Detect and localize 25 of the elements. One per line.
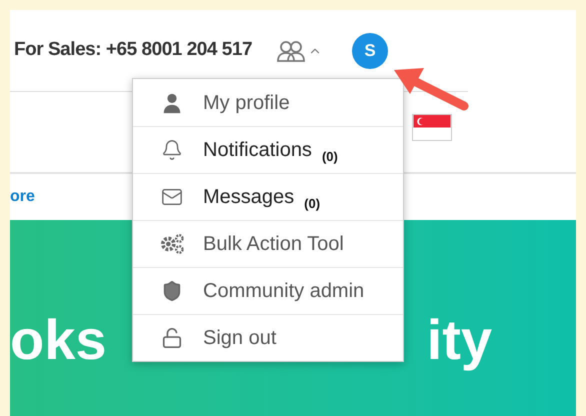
envelope-icon	[161, 186, 183, 208]
menu-item[interactable]: My profile	[133, 79, 403, 126]
people-icon	[276, 38, 306, 62]
count-label: (0)	[304, 195, 320, 214]
count-label: (0)	[322, 148, 338, 166]
menu-label: Notifications	[203, 138, 312, 163]
person-icon	[161, 92, 183, 114]
menu-item[interactable]: Sign out	[133, 314, 403, 361]
menu-item[interactable]: Community admin	[133, 267, 403, 314]
menu-item[interactable]: Notifications (0)	[133, 126, 403, 173]
menu-item[interactable]: Bulk Action Tool	[133, 220, 403, 267]
menu-item[interactable]: Messages (0)	[133, 173, 403, 220]
bell-icon	[161, 139, 183, 161]
shield-icon	[161, 280, 183, 302]
menu-label: Sign out	[203, 326, 276, 351]
flag-icon	[412, 114, 452, 141]
menu-label: Community admin	[203, 279, 364, 304]
menu-label: Messages	[203, 185, 294, 210]
hero-title: oks	[10, 312, 106, 368]
sales-phone: For Sales: +65 8001 204 517	[14, 38, 252, 62]
menu-label: My profile	[203, 90, 290, 116]
menu-label: Bulk Action Tool	[203, 232, 344, 257]
more-link[interactable]: ore	[10, 185, 35, 209]
gears-icon	[159, 233, 185, 255]
padlock-icon	[161, 327, 183, 349]
